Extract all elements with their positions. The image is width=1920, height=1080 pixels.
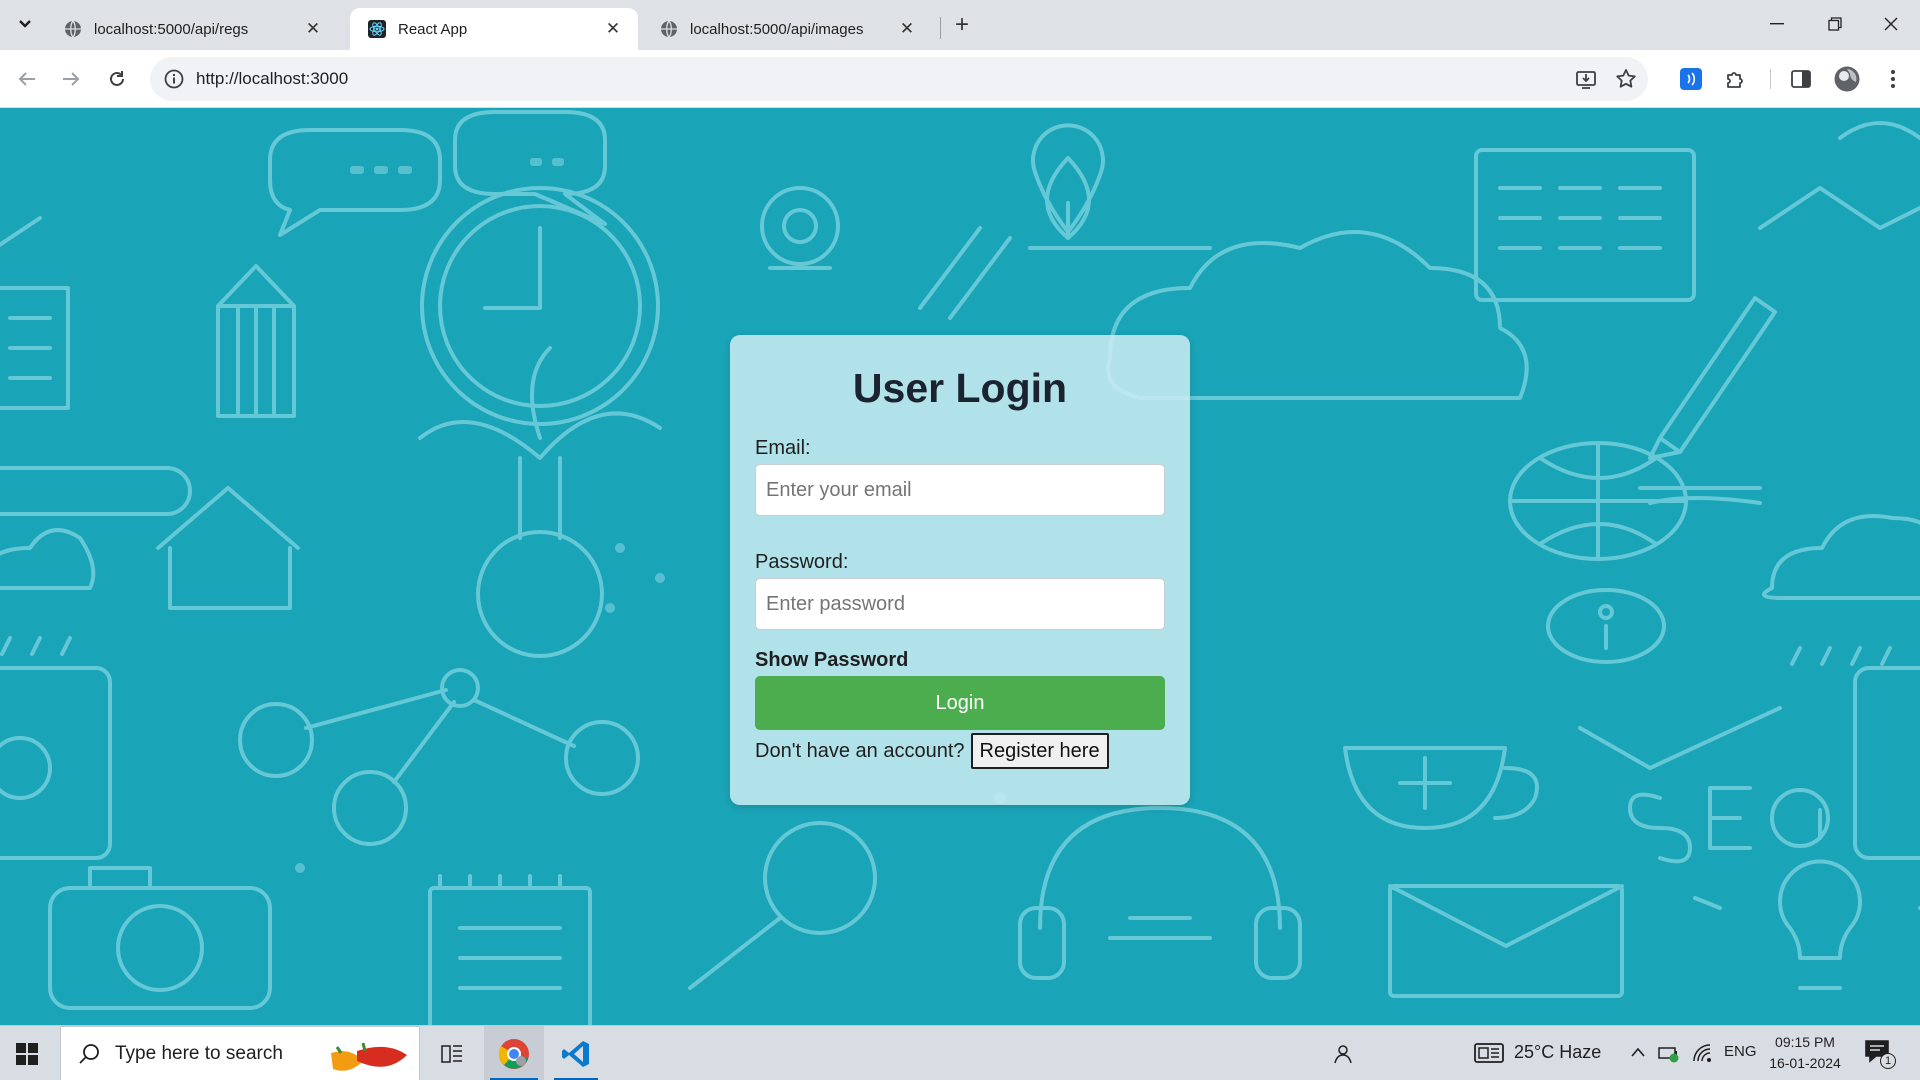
reload-button[interactable]: [100, 62, 134, 96]
tab-react-app[interactable]: React App ✕: [350, 8, 638, 50]
tab-search-button[interactable]: [8, 7, 42, 41]
minimize-button[interactable]: [1748, 0, 1806, 48]
puzzle-icon: [1727, 72, 1743, 88]
kebab-menu-icon: [1891, 70, 1895, 88]
chrome-icon: [498, 1038, 529, 1069]
register-row: Don't have an account? Register here: [755, 732, 1165, 770]
task-view-icon: [441, 1044, 462, 1063]
search-icon: [79, 1043, 99, 1064]
system-clock[interactable]: 09:15 PM 16-01-2024: [1760, 1032, 1850, 1074]
reload-icon: [110, 71, 124, 86]
tab-title: React App: [398, 20, 468, 38]
site-info-icon[interactable]: [162, 67, 186, 91]
search-placeholder: Type here to search: [115, 1042, 283, 1064]
close-icon[interactable]: ✕: [602, 18, 624, 40]
close-icon[interactable]: ✕: [896, 18, 918, 40]
people-icon: [1334, 1044, 1352, 1063]
people-button[interactable]: [1322, 1026, 1362, 1080]
wifi-icon[interactable]: [1692, 1043, 1712, 1063]
arrow-left-icon: [18, 72, 35, 86]
react-icon: [368, 20, 386, 38]
email-field[interactable]: [755, 464, 1165, 516]
side-panel-icon: [1791, 70, 1811, 88]
close-icon: [1884, 17, 1898, 31]
avatar: [1834, 66, 1860, 92]
globe-icon: [65, 20, 81, 38]
tab-title: localhost:5000/api/images: [690, 20, 864, 38]
side-panel-button[interactable]: [1786, 64, 1816, 94]
globe-icon: [661, 20, 677, 38]
extension-badge-icon: [1680, 68, 1702, 90]
browser-tab-strip: localhost:5000/api/regs ✕ React App ✕ lo…: [0, 0, 1920, 50]
back-button[interactable]: [10, 62, 44, 96]
browser-toolbar: http://localhost:3000: [0, 50, 1920, 108]
restore-button[interactable]: [1806, 0, 1864, 48]
login-card: User Login Email: Password: Show Passwor…: [730, 335, 1190, 805]
tab-api-regs[interactable]: localhost:5000/api/regs ✕: [46, 8, 338, 50]
taskbar-vscode[interactable]: [548, 1026, 604, 1080]
email-label: Email:: [755, 437, 811, 459]
profile-button[interactable]: [1832, 64, 1862, 94]
notification-count-badge: 1: [1880, 1053, 1896, 1069]
install-app-icon[interactable]: [1574, 67, 1598, 91]
battery-icon[interactable]: [1658, 1043, 1680, 1063]
vscode-icon: [562, 1040, 589, 1067]
task-view-button[interactable]: [432, 1026, 472, 1080]
weather-widget-icon[interactable]: [1474, 1042, 1504, 1064]
forward-button[interactable]: [54, 62, 88, 96]
chili-pepper-icon: [331, 1042, 407, 1071]
toolbar-divider: [1770, 69, 1771, 89]
no-account-text: Don't have an account?: [755, 739, 965, 762]
taskbar-chrome[interactable]: [484, 1026, 544, 1080]
register-button[interactable]: Register here: [970, 733, 1109, 769]
notification-center-button[interactable]: 1: [1864, 1039, 1896, 1069]
language-indicator[interactable]: ENG: [1724, 1043, 1757, 1060]
bookmark-star-icon[interactable]: [1614, 67, 1638, 91]
arrow-right-icon: [63, 72, 80, 86]
clock-date: 16-01-2024: [1769, 1055, 1841, 1071]
tab-api-images[interactable]: localhost:5000/api/images ✕: [642, 8, 932, 50]
windows-start-icon[interactable]: [12, 1039, 42, 1069]
extensions-menu-button[interactable]: [1720, 64, 1750, 94]
address-bar[interactable]: http://localhost:3000: [150, 57, 1648, 101]
tab-divider: [940, 17, 941, 39]
close-icon[interactable]: ✕: [302, 18, 324, 40]
login-button[interactable]: Login: [755, 676, 1165, 730]
minimize-icon: [1770, 23, 1784, 25]
weather-text[interactable]: 25°C Haze: [1514, 1042, 1601, 1063]
url-text[interactable]: http://localhost:3000: [196, 57, 348, 101]
chevron-down-icon: [19, 20, 31, 28]
new-tab-button[interactable]: +: [948, 11, 976, 39]
taskbar-search-box[interactable]: Type here to search: [60, 1026, 420, 1080]
windows-taskbar: Type here to search 25°C Haze ENG 09:15 …: [0, 1025, 1920, 1080]
login-title: User Login: [852, 365, 1068, 411]
show-password-toggle[interactable]: Show Password: [755, 648, 1165, 672]
clock-time: 09:15 PM: [1775, 1034, 1835, 1050]
password-label: Password:: [755, 551, 849, 573]
tab-title: localhost:5000/api/regs: [94, 20, 249, 38]
close-window-button[interactable]: [1862, 0, 1920, 48]
restore-icon: [1828, 17, 1842, 31]
extension-button[interactable]: [1676, 64, 1706, 94]
password-field[interactable]: [755, 578, 1165, 630]
browser-menu-button[interactable]: [1878, 64, 1908, 94]
chevron-up-icon[interactable]: [1630, 1046, 1646, 1058]
page-viewport: User Login Email: Password: Show Passwor…: [0, 108, 1920, 1025]
